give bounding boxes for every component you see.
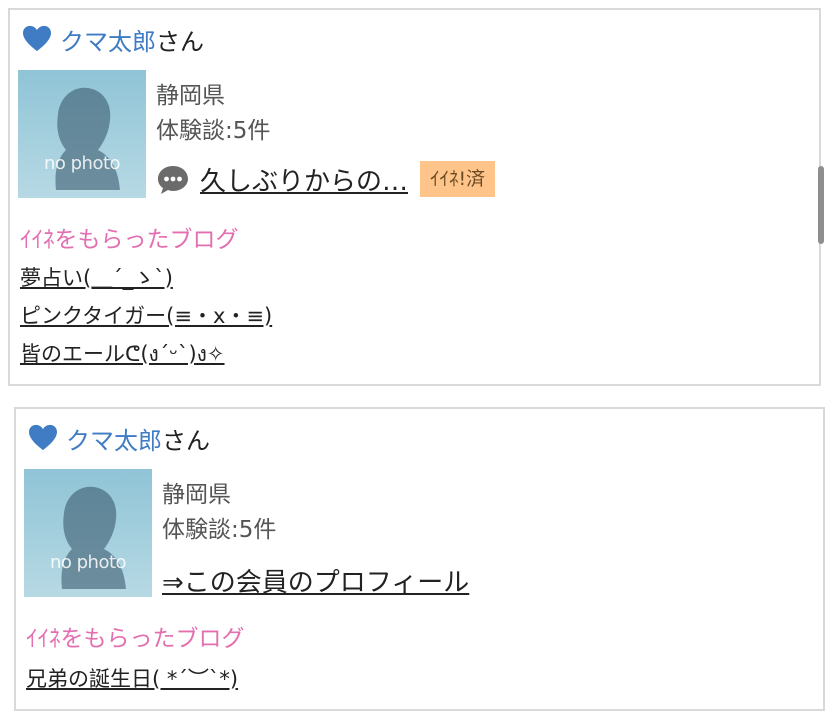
member-profile-link[interactable]: ⇒この会員のプロフィール [162,562,469,599]
list-item: ピンクタイガー(≡・x・≡) [20,300,272,338]
experience-count: 体験談:5件 [162,517,277,543]
member-header: クマ太郎 さん [22,22,204,56]
experience-count: 体験談:5件 [156,118,271,144]
iine-done-badge: ｲｲﾈ!済 [420,161,496,197]
member-card: クマ太郎 さん no photo 静岡県 体験談:5件 ⇒この会員のプロフィール… [14,407,825,711]
photo-placeholder-label: no photo [43,153,121,174]
scrollbar[interactable] [818,166,824,244]
heart-icon[interactable] [28,424,58,452]
list-item: 夢占い(＿´_ゝ`) [20,262,272,300]
member-header: クマ太郎 さん [28,421,210,455]
latest-blog-row: 久しぶりからの… ｲｲﾈ!済 [156,160,496,198]
prefecture: 静岡県 [156,83,225,109]
photo-placeholder-label: no photo [49,552,127,573]
liked-blog-link[interactable]: 兄弟の誕生日( *´︶`*) [26,667,238,691]
honorific: さん [156,27,204,56]
prefecture: 静岡県 [162,482,231,508]
liked-blog-link[interactable]: 皆のエールᕦ(ง´ᵕ`)ง✧ [20,342,225,366]
member-name-link[interactable]: クマ太郎 [60,22,156,57]
member-name-link[interactable]: クマ太郎 [66,421,162,456]
avatar[interactable]: no photo [24,469,152,597]
heart-icon[interactable] [22,25,52,53]
speech-bubble-icon [158,166,188,194]
liked-blogs-heading: ｲｲﾈをもらったブログ [26,626,245,652]
list-item: 皆のエールᕦ(ง´ᵕ`)ง✧ [20,338,272,376]
liked-blog-link[interactable]: 夢占い(＿´_ゝ`) [20,266,173,290]
list-item: 兄弟の誕生日( *´︶`*) [26,663,238,701]
liked-blog-link[interactable]: ピンクタイガー(≡・x・≡) [20,304,272,328]
honorific: さん [162,426,210,455]
liked-blogs-list: 夢占い(＿´_ゝ`) ピンクタイガー(≡・x・≡) 皆のエールᕦ(ง´ᵕ`)ง✧ [20,262,272,376]
member-card: クマ太郎 さん no photo 静岡県 体験談:5件 久しぶりからの… ｲｲﾈ… [8,8,821,386]
avatar[interactable]: no photo [18,70,146,198]
latest-blog-link[interactable]: 久しぶりからの… [200,161,408,198]
liked-blogs-list: 兄弟の誕生日( *´︶`*) [26,663,238,701]
liked-blogs-heading: ｲｲﾈをもらったブログ [20,227,239,253]
